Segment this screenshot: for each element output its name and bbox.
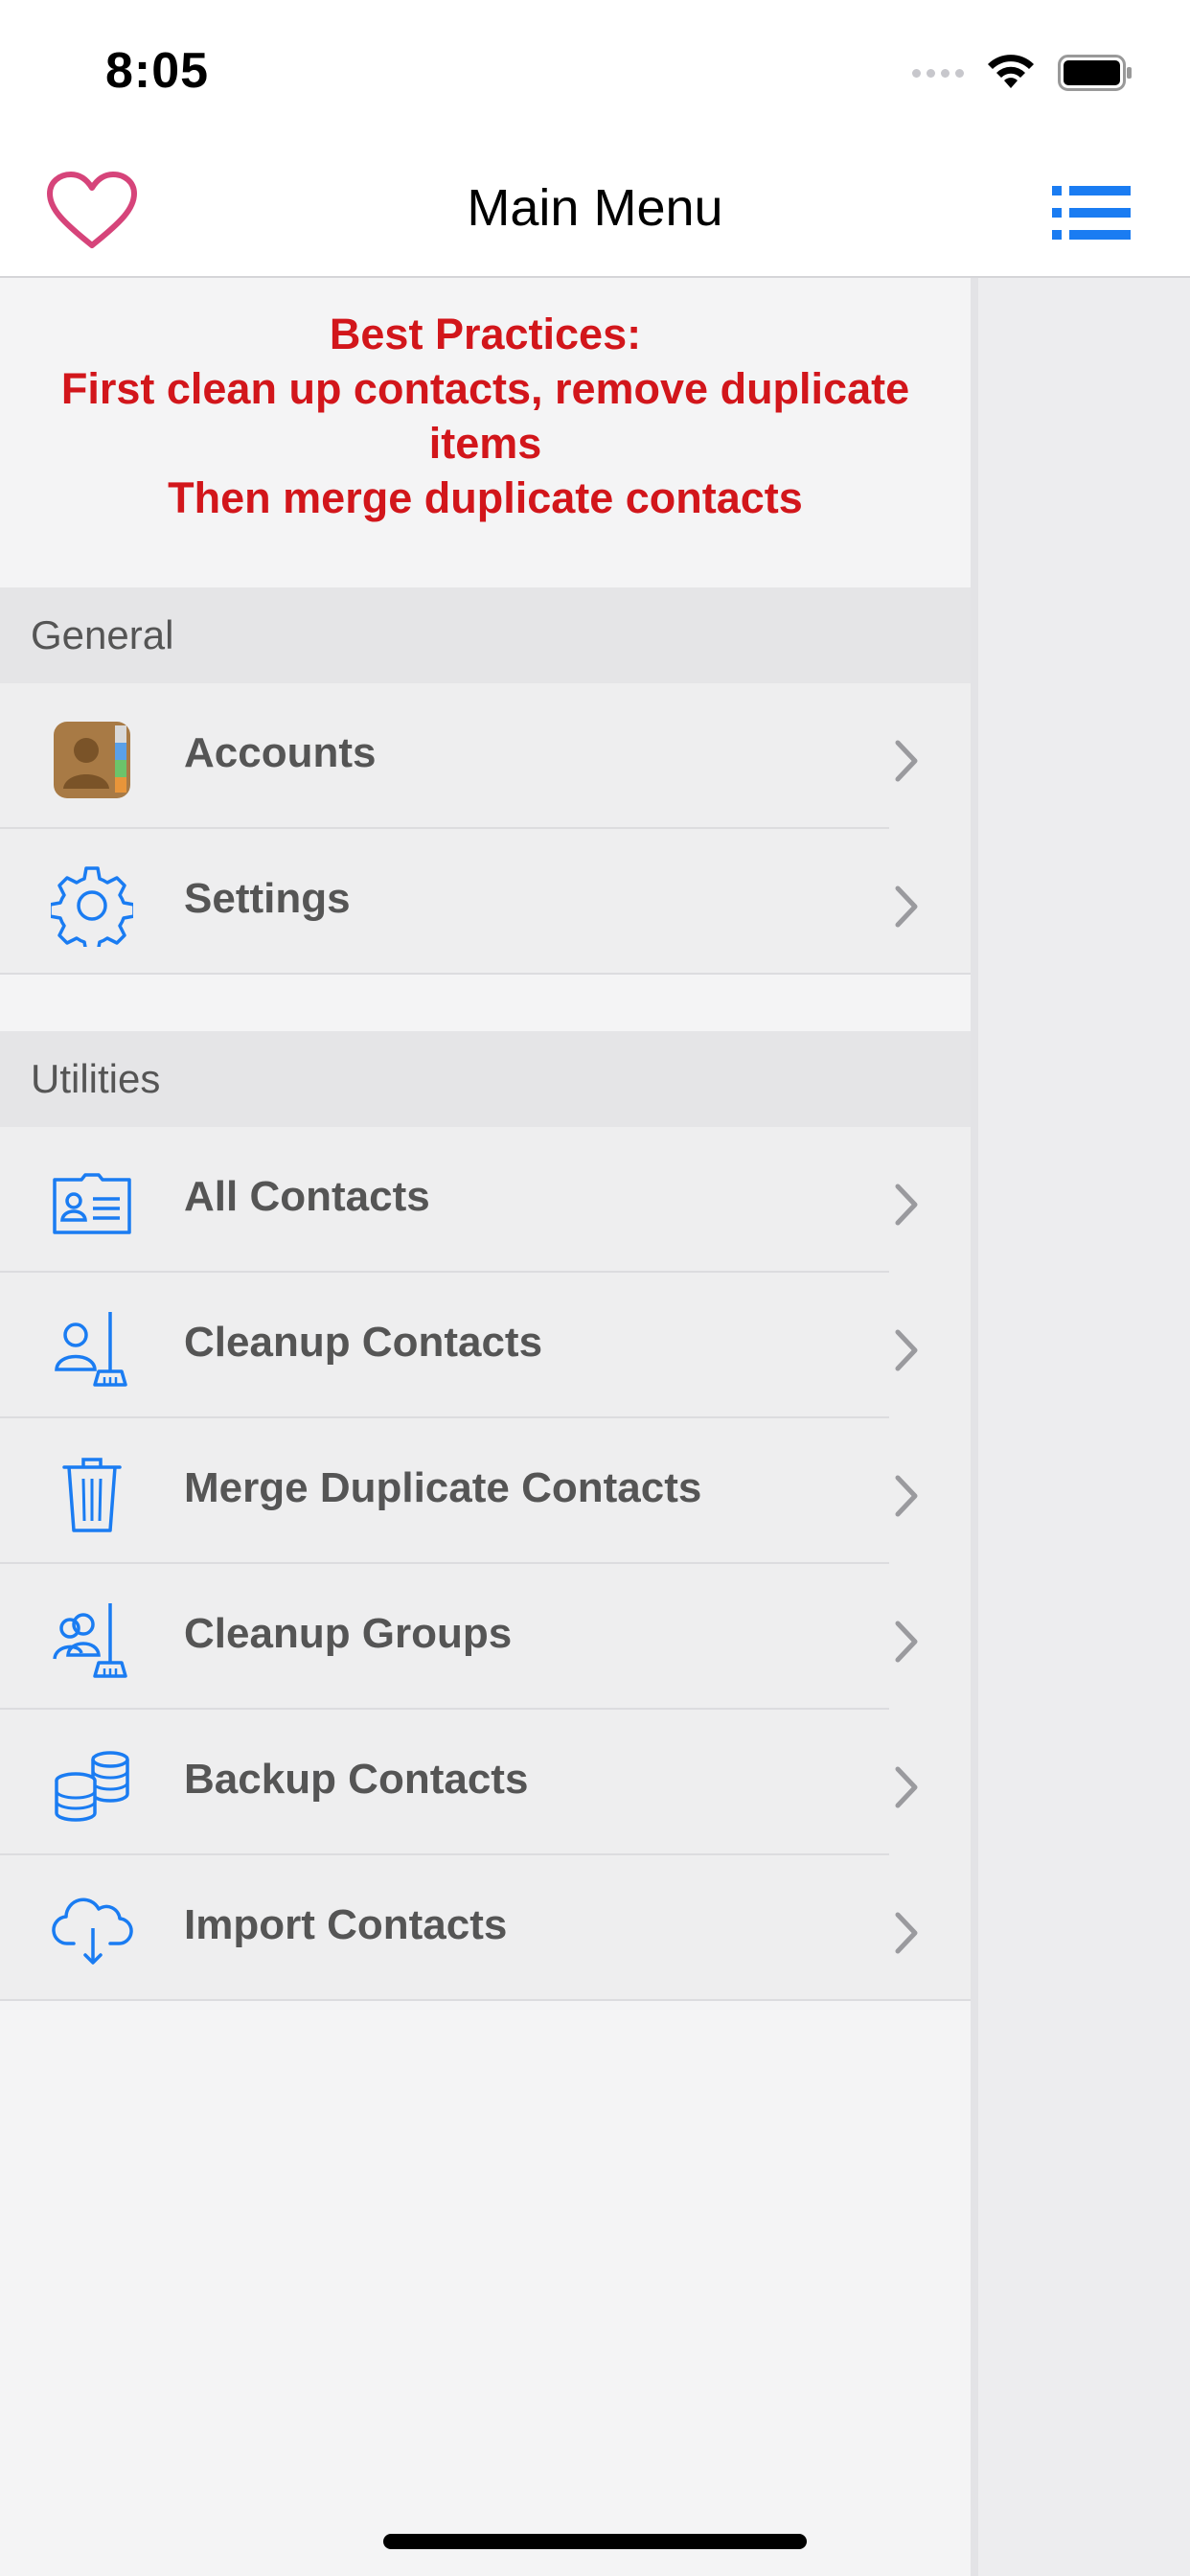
screen: 8:05 Main Menu Best Practices: First cle… — [0, 0, 1190, 2576]
navigation-bar: Main Menu — [0, 144, 1190, 278]
status-bar: 8:05 — [0, 0, 1190, 144]
best-practices-line: items — [428, 419, 542, 468]
menu-item-label: Merge Duplicate Contacts — [184, 1464, 702, 1511]
page-title: Main Menu — [467, 179, 723, 237]
list-view-button[interactable] — [1052, 182, 1133, 243]
best-practices-line: First clean up contacts, remove duplicat… — [60, 364, 910, 413]
chevron-right-icon — [895, 740, 918, 782]
list-icon — [1052, 186, 1131, 240]
home-indicator[interactable] — [383, 2534, 807, 2549]
menu-item-label: Cleanup Groups — [184, 1610, 513, 1657]
menu-item-settings[interactable]: Settings — [0, 829, 971, 975]
contacts-book-icon — [50, 718, 134, 802]
menu-item-label: Accounts — [184, 729, 377, 776]
battery-icon — [1058, 55, 1132, 91]
section-header-utilities: Utilities — [0, 1031, 971, 1127]
menu-item-backup-contacts[interactable]: Backup Contacts — [0, 1710, 971, 1855]
main-menu-list: Best Practices: First clean up contacts,… — [0, 278, 971, 2576]
person-broom-icon — [50, 1307, 134, 1392]
menu-item-import-contacts[interactable]: Import Contacts — [0, 1855, 971, 2001]
section-header-general: General — [0, 587, 971, 683]
menu-item-all-contacts[interactable]: All Contacts — [0, 1127, 971, 1273]
chevron-right-icon — [895, 1329, 918, 1371]
cloud-download-icon — [50, 1890, 134, 1974]
chevron-right-icon — [895, 1184, 918, 1226]
trash-icon — [50, 1453, 134, 1537]
menu-item-label: Import Contacts — [184, 1901, 508, 1948]
menu-item-label: Backup Contacts — [184, 1756, 529, 1803]
chevron-right-icon — [895, 1912, 918, 1954]
cellular-signal-icon — [912, 68, 964, 78]
chevron-right-icon — [895, 886, 918, 928]
chevron-right-icon — [895, 1621, 918, 1663]
menu-item-label: Cleanup Contacts — [184, 1319, 543, 1366]
chevron-right-icon — [895, 1766, 918, 1808]
best-practices-line: Then merge duplicate contacts — [168, 473, 803, 522]
detail-pane — [971, 278, 1190, 2576]
menu-item-label: All Contacts — [184, 1173, 430, 1220]
status-time: 8:05 — [105, 43, 210, 99]
database-stack-icon — [50, 1744, 134, 1828]
best-practices-line: Best Practices: — [329, 310, 642, 358]
best-practices-notice: Best Practices: First clean up contacts,… — [0, 307, 971, 525]
gear-icon — [50, 863, 134, 948]
menu-item-merge-duplicate-contacts[interactable]: Merge Duplicate Contacts — [0, 1418, 971, 1564]
menu-item-cleanup-contacts[interactable]: Cleanup Contacts — [0, 1273, 971, 1418]
chevron-right-icon — [895, 1475, 918, 1517]
menu-item-label: Settings — [184, 875, 351, 922]
group-broom-icon — [50, 1598, 134, 1683]
wifi-icon — [988, 55, 1034, 88]
contact-card-icon — [50, 1162, 134, 1246]
status-indicators — [912, 54, 1133, 92]
menu-item-accounts[interactable]: Accounts — [0, 683, 971, 829]
menu-item-cleanup-groups[interactable]: Cleanup Groups — [0, 1564, 971, 1710]
